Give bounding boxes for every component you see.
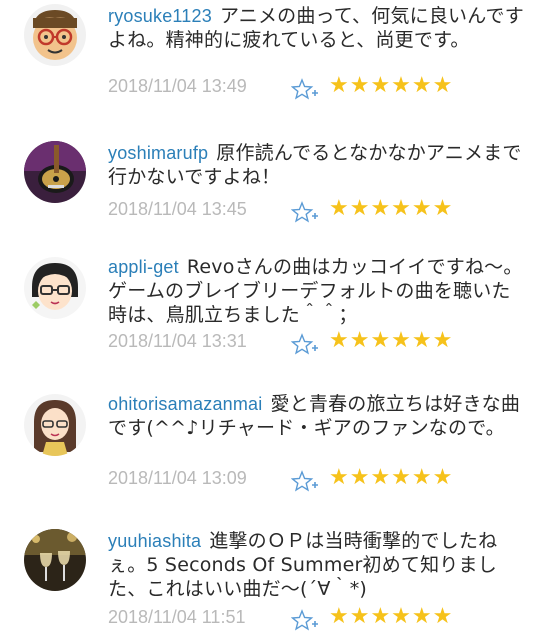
username-link[interactable]: yoshimarufp: [108, 143, 208, 163]
rating-stars: ★★★★★★: [329, 73, 454, 98]
comment-meta: 2018/11/04 13:09 ★★★★★★: [108, 465, 528, 498]
comment-content: yoshimarufp 原作読んでるとなかなかアニメまで行かないですよね！ 201…: [108, 141, 528, 229]
timestamp: 2018/11/04 13:09: [108, 468, 247, 488]
glasses-person-avatar-icon[interactable]: [24, 257, 86, 319]
guitar-photo-avatar-icon[interactable]: [24, 141, 86, 203]
rating-stars: ★★★★★★: [329, 328, 454, 353]
username-link[interactable]: yuuhiashita: [108, 531, 201, 551]
comment-meta: 2018/11/04 13:45 ★★★★★★: [108, 196, 528, 229]
star-plus-icon[interactable]: [291, 609, 319, 633]
username-link[interactable]: appli-get: [108, 257, 179, 277]
comment-text-block: appli-get Revoさんの曲はカッコイイですね〜。ゲームのブレイブリーデフ…: [108, 255, 528, 327]
glasses-face-avatar-icon[interactable]: [24, 4, 86, 66]
timestamp: 2018/11/04 13:45: [108, 199, 247, 219]
star-plus-icon[interactable]: [291, 333, 319, 357]
comment-content: yuuhiashita 進撃のＯＰは当時衝撃的でしたねぇ。5 Seconds Of…: [108, 529, 528, 637]
timestamp: 2018/11/04 13:31: [108, 331, 247, 351]
star-plus-icon[interactable]: [291, 78, 319, 102]
comment-meta: 2018/11/04 13:31 ★★★★★★: [108, 328, 528, 361]
rating-stars: ★★★★★★: [329, 196, 454, 221]
timestamp: 2018/11/04 13:49: [108, 76, 247, 96]
wine-glasses-photo-avatar-icon[interactable]: [24, 529, 86, 591]
username-link[interactable]: ryosuke1123: [108, 6, 212, 26]
comment-content: ryosuke1123 アニメの曲って、何気に良いんですよね。精神的に疲れていると…: [108, 4, 528, 106]
comment-text-block: ryosuke1123 アニメの曲って、何気に良いんですよね。精神的に疲れていると…: [108, 4, 528, 76]
comment-content: appli-get Revoさんの曲はカッコイイですね〜。ゲームのブレイブリーデフ…: [108, 255, 528, 361]
username-link[interactable]: ohitorisamazanmai: [108, 394, 262, 414]
star-plus-icon[interactable]: [291, 470, 319, 494]
comment-meta: 2018/11/04 11:51 ★★★★★★: [108, 604, 528, 637]
rating-stars: ★★★★★★: [329, 465, 454, 490]
rating-stars: ★★★★★★: [329, 604, 454, 629]
comment-list: ryosuke1123 アニメの曲って、何気に良いんですよね。精神的に疲れていると…: [0, 0, 545, 640]
comment-content: ohitorisamazanmai 愛と青春の旅立ちは好きな曲です(^^♪リチャー…: [108, 392, 528, 498]
long-hair-woman-avatar-icon[interactable]: [24, 394, 86, 456]
comment-text-block: ohitorisamazanmai 愛と青春の旅立ちは好きな曲です(^^♪リチャー…: [108, 392, 528, 464]
timestamp: 2018/11/04 11:51: [108, 607, 246, 627]
comment-meta: 2018/11/04 13:49 ★★★★★★: [108, 73, 528, 106]
comment-text-block: yuuhiashita 進撃のＯＰは当時衝撃的でしたねぇ。5 Seconds Of…: [108, 529, 528, 601]
comment-text-block: yoshimarufp 原作読んでるとなかなかアニメまで行かないですよね！: [108, 141, 528, 189]
star-plus-icon[interactable]: [291, 201, 319, 225]
